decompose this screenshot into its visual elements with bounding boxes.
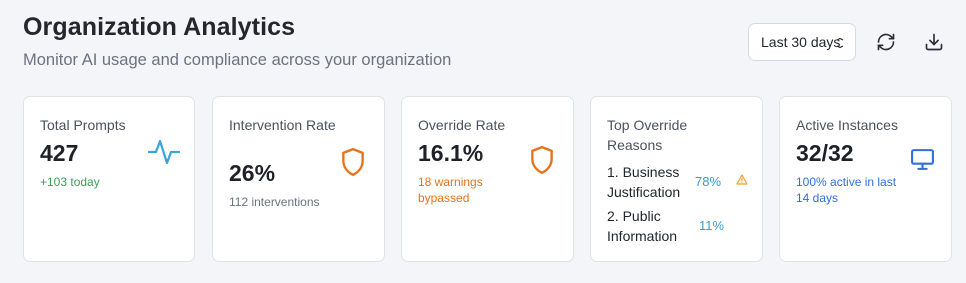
card-label: Top Override Reasons bbox=[607, 117, 688, 153]
card-label: Total Prompts bbox=[40, 117, 126, 133]
reason-label: 2. Public Information bbox=[607, 208, 678, 244]
monitor-icon bbox=[911, 149, 934, 170]
card-label: Intervention Rate bbox=[229, 117, 336, 133]
card-label: Override Rate bbox=[418, 117, 506, 133]
date-range-value: Last 30 days bbox=[761, 34, 841, 50]
page-title: Organization Analytics bbox=[23, 13, 296, 41]
card-value: 26% bbox=[229, 160, 276, 186]
card-note: +103 today bbox=[40, 175, 100, 189]
override-rate-card: Override Rate 16.1% 18 warnings bypassed bbox=[401, 96, 574, 262]
card-note: 112 interventions bbox=[229, 195, 320, 209]
shield-icon bbox=[342, 147, 364, 177]
card-value: 427 bbox=[40, 140, 79, 166]
active-instances-card: Active Instances 32/32 100% active in la… bbox=[779, 96, 952, 262]
warning-icon bbox=[736, 174, 748, 185]
download-icon bbox=[925, 33, 943, 51]
top-override-reasons-card: Top Override Reasons 1. Business Justifi… bbox=[590, 96, 763, 262]
download-button[interactable] bbox=[919, 27, 949, 57]
reason-percentage: 78% bbox=[695, 174, 722, 189]
shield-icon bbox=[531, 145, 553, 175]
reason-label: 1. Business Justification bbox=[607, 164, 681, 200]
refresh-icon bbox=[877, 33, 895, 51]
card-label: Active Instances bbox=[796, 117, 898, 133]
card-value: 16.1% bbox=[418, 140, 484, 166]
card-note: 100% active in last 14 days bbox=[796, 175, 897, 205]
intervention-rate-card: Intervention Rate 26% 112 interventions bbox=[212, 96, 385, 262]
card-value: 32/32 bbox=[796, 140, 854, 166]
activity-icon bbox=[148, 139, 180, 165]
total-prompts-card: Total Prompts 427 +103 today bbox=[23, 96, 195, 262]
card-note: 18 warnings bypassed bbox=[418, 175, 483, 205]
chevron-down-icon bbox=[836, 38, 844, 48]
page-subtitle: Monitor AI usage and compliance across y… bbox=[23, 51, 452, 69]
refresh-button[interactable] bbox=[871, 27, 901, 57]
date-range-select[interactable]: Last 30 days bbox=[748, 23, 856, 61]
reason-percentage: 11% bbox=[699, 218, 725, 233]
